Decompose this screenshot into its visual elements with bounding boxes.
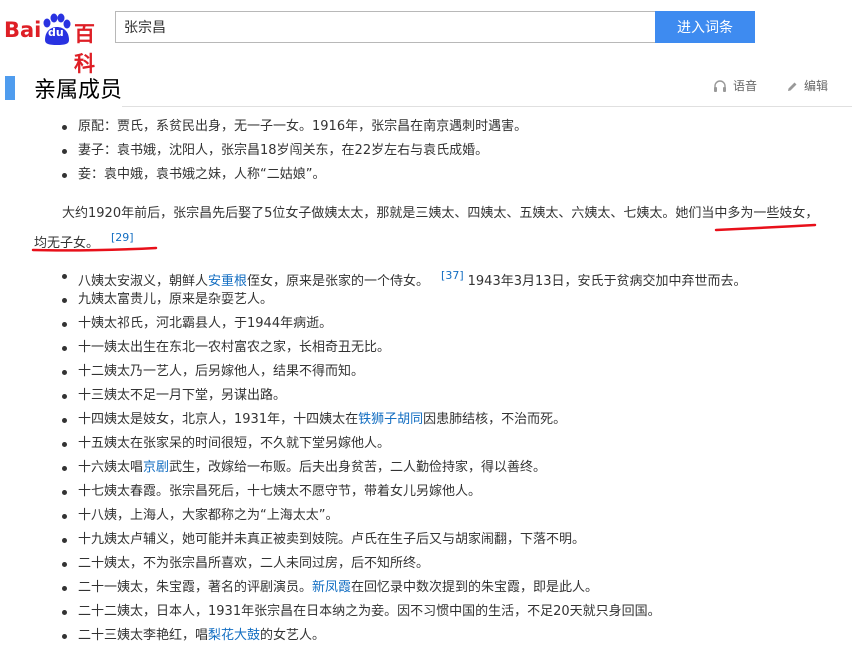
bullet-icon (62, 514, 67, 519)
entry-link[interactable]: 新凤霞 (312, 580, 351, 595)
bullet-icon (62, 586, 67, 591)
list-item-text: 十七姨太春霞。张宗昌死后，十七姨太不愿守节，带着女儿另嫁他人。 (78, 484, 482, 499)
bullet-icon (62, 466, 67, 471)
bullet-icon (62, 634, 67, 639)
list-item: 十一姨太出生在东北一农村富农之家，长相奇丑无比。 (62, 336, 842, 360)
list-item: 十五姨太在张家呆的时间很短，不久就下堂另嫁他人。 (62, 432, 842, 456)
list-item: 十三姨太不足一月下堂，另谋出路。 (62, 384, 842, 408)
list-item-text: 十姨太祁氏，河北霸县人，于1944年病逝。 (78, 316, 333, 331)
list-item-text: 二十三姨太李艳红，唱 (78, 628, 209, 643)
list-item-text: 十三姨太不足一月下堂，另谋出路。 (78, 388, 287, 403)
entry-link[interactable]: 铁狮子胡同 (358, 412, 423, 427)
list-item-text: 1943年3月13日，安氏于贫病交加中弃世而去。 (467, 274, 747, 289)
list-item-text: 二十姨太，不为张宗昌所喜欢，二人未同过房，后不知所终。 (78, 556, 430, 571)
list-item: 十四姨太是妓女，北京人，1931年，十四姨太在铁狮子胡同因患肺结核，不治而死。 (62, 408, 842, 432)
list-item-text: 十一姨太出生在东北一农村富农之家，长相奇丑无比。 (78, 340, 391, 355)
list-item-text: 十四姨太是妓女，北京人，1931年，十四姨太在 (78, 412, 359, 427)
list-item: 二十一姨太，朱宝霞，著名的评剧演员。新凤霞在回忆录中数次提到的朱宝霞，即是此人。 (62, 576, 842, 600)
list-item-text: 十二姨太乃一艺人，后另嫁他人，结果不得而知。 (78, 364, 365, 379)
list-item: 十九姨太卢辅义，她可能并未真正被卖到妓院。卢氏在生子后又与胡家闹翻，下落不明。 (62, 528, 842, 552)
list-item-text: 的女艺人。 (260, 628, 326, 643)
list-item: 十八姨，上海人，大家都称之为“上海太太”。 (62, 504, 842, 528)
bullet-icon (62, 346, 67, 351)
bullet-icon (62, 418, 67, 423)
bullet-icon (62, 490, 67, 495)
list-item-text: 二十二姨太，日本人，1931年张宗昌在日本纳之为妾。因不习惯中国的生活，不足20… (78, 604, 661, 619)
list-item: 八姨太安淑义，朝鲜人安重根侄女，原来是张家的一个侍女。 [37] 1943年3月13… (62, 264, 842, 289)
list-item: 十二姨太乃一艺人，后另嫁他人，结果不得而知。 (62, 360, 842, 384)
list-item: 十六姨太唱京剧武生，改嫁给一布贩。后夫出身贫苦，二人勤俭持家，得以善终。 (62, 456, 842, 480)
bullet-icon (62, 610, 67, 615)
list-item-text: 十六姨太唱 (78, 460, 144, 475)
bullet-icon (62, 322, 67, 327)
list-item-text: 十九姨太卢辅义，她可能并未真正被卖到妓院。卢氏在生子后又与胡家闹翻，下落不明。 (78, 532, 586, 547)
concubine-list: 八姨太安淑义，朝鲜人安重根侄女，原来是张家的一个侍女。 [37] 1943年3月13… (62, 264, 842, 648)
bullet-icon (62, 442, 67, 447)
list-item: 十七姨太春霞。张宗昌死后，十七姨太不愿守节，带着女儿另嫁他人。 (62, 480, 842, 504)
list-item-text: 因患肺结核，不治而死。 (423, 412, 567, 427)
list-item: 二十三姨太李艳红，唱梨花大鼓的女艺人。 (62, 624, 842, 648)
list-item-text: 武生，改嫁给一布贩。后夫出身贫苦，二人勤俭持家，得以善终。 (169, 460, 547, 475)
list-item-text: 十五姨太在张家呆的时间很短，不久就下堂另嫁他人。 (78, 436, 391, 451)
bullet-icon (62, 370, 67, 375)
list-item: 九姨太富贵儿，原来是杂耍艺人。 (62, 288, 842, 312)
entry-link[interactable]: 梨花大鼓 (208, 628, 260, 643)
list-item-text: 在回忆录中数次提到的朱宝霞，即是此人。 (351, 580, 599, 595)
entry-link[interactable]: 安重根 (208, 274, 247, 289)
entry-link[interactable]: 京剧 (143, 460, 169, 475)
list-item-text: 侄女，原来是张家的一个侍女。 (247, 274, 430, 289)
reference-link[interactable]: [37] (441, 269, 464, 282)
bullet-icon (62, 562, 67, 567)
list-item-text: 十八姨，上海人，大家都称之为“上海太太”。 (78, 508, 339, 523)
bullet-icon (62, 394, 67, 399)
list-item: 十姨太祁氏，河北霸县人，于1944年病逝。 (62, 312, 842, 336)
list-item-text: 二十一姨太，朱宝霞，著名的评剧演员。 (78, 580, 313, 595)
list-item-text: 九姨太富贵儿，原来是杂耍艺人。 (78, 292, 274, 307)
list-item: 二十二姨太，日本人，1931年张宗昌在日本纳之为妾。因不习惯中国的生活，不足20… (62, 600, 842, 624)
bullet-icon (62, 538, 67, 543)
bullet-icon (62, 274, 67, 279)
list-item: 二十姨太，不为张宗昌所喜欢，二人未同过房，后不知所终。 (62, 552, 842, 576)
bullet-icon (62, 298, 67, 303)
list-item-text: 八姨太安淑义，朝鲜人 (78, 274, 209, 289)
